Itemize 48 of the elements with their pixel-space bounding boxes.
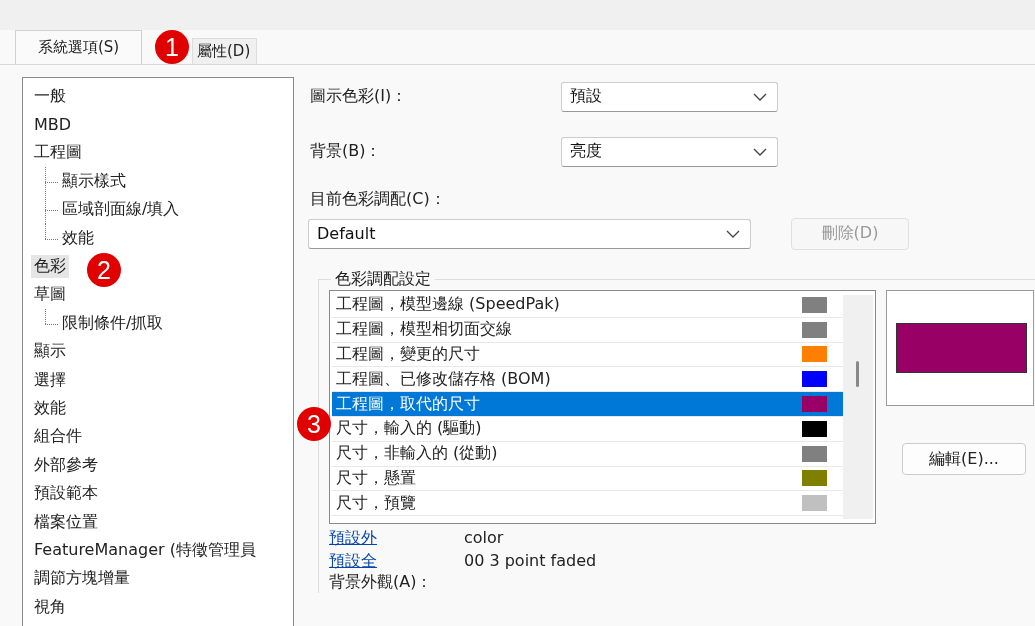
color-list-item[interactable]: 工程圖，取代的尺寸 — [332, 392, 843, 417]
color-list-item[interactable]: 工程圖，模型相切面交線 — [332, 317, 843, 343]
tree-item[interactable]: 視角 — [31, 595, 69, 619]
edit-button[interactable]: 編輯(E)... — [902, 443, 1026, 475]
tree-item[interactable]: 預設範本 — [31, 482, 101, 506]
field-label: 圖示色彩(I)： — [310, 86, 409, 107]
tree-item[interactable]: 檔案位置 — [31, 510, 101, 534]
tree-item[interactable]: 效能 — [59, 226, 97, 250]
chevron-icon — [753, 92, 767, 101]
tree-item[interactable]: MBD — [31, 114, 75, 136]
step-badge: 3 — [297, 407, 331, 441]
tree-item[interactable]: 調節方塊增量 — [31, 567, 133, 591]
color-list-item[interactable]: 尺寸，懸置 — [332, 466, 843, 492]
color-list-item[interactable]: 尺寸，預覽 — [332, 491, 843, 517]
tree-item[interactable]: 草圖 — [31, 283, 69, 307]
color-list-item[interactable]: 尺寸，非輸入的 (從動) — [332, 441, 843, 467]
tab[interactable]: 屬性(D) — [192, 38, 258, 64]
tree-item[interactable]: FeatureManager (特徵管理員 — [31, 538, 259, 562]
link[interactable]: 預設全 — [329, 551, 377, 572]
dropdown[interactable]: Default — [308, 218, 751, 249]
tree-item[interactable]: 外部參考 — [31, 453, 101, 477]
chevron-icon — [726, 229, 740, 238]
tree-item[interactable]: 組合件 — [31, 425, 85, 449]
tree-item[interactable]: 效能 — [31, 397, 69, 420]
color-list-item[interactable]: 尺寸，輸入的 (驅動) — [332, 417, 843, 442]
chevron-icon — [753, 147, 767, 156]
field-label: 目前色彩調配(C)： — [310, 189, 447, 210]
dropdown[interactable]: 預設 — [561, 81, 778, 112]
tree-item[interactable]: 工程圖 — [31, 141, 85, 165]
tree-item[interactable]: 色彩 — [31, 255, 69, 279]
value-text: 00 3 point faded — [464, 551, 598, 572]
field-label: 背景(B)： — [310, 141, 383, 162]
color-list-item[interactable]: 工程圖，變更的尺寸 — [332, 342, 843, 368]
tree-item[interactable]: 選擇 — [31, 368, 69, 392]
tree-item[interactable]: 一般 — [31, 84, 69, 108]
tree-item[interactable]: 區域剖面線/填入 — [59, 198, 183, 222]
color-list-item[interactable]: 工程圖，模型邊線 (SpeedPak) — [332, 293, 843, 318]
tree-item[interactable]: 顯示樣式 — [59, 169, 129, 193]
link[interactable]: 預設外 — [329, 528, 377, 549]
tree-item[interactable]: 顯示 — [31, 340, 69, 364]
field-label: 背景外觀(A)： — [329, 572, 434, 593]
tree-item[interactable]: 限制條件/抓取 — [59, 311, 167, 335]
scrollbar[interactable] — [843, 295, 873, 519]
step-badge: 1 — [155, 30, 189, 64]
value-text: color — [464, 528, 505, 549]
group-title: 色彩調配設定 — [334, 269, 432, 290]
dropdown[interactable]: 亮度 — [561, 136, 778, 167]
tab[interactable]: 系統選項(S) — [15, 30, 142, 64]
